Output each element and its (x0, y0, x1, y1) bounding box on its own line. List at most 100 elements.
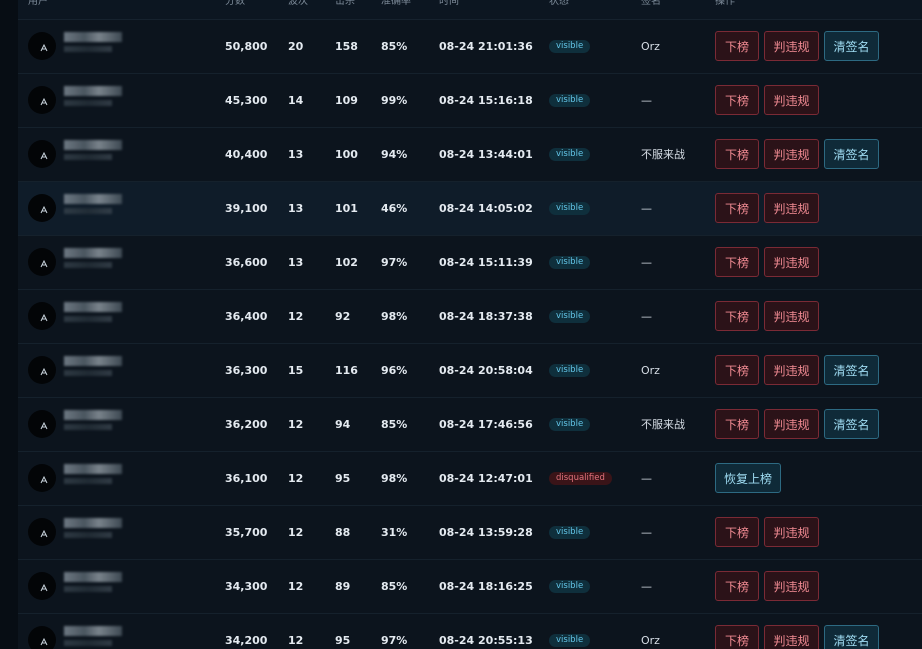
status-badge: visible (549, 256, 591, 269)
signature-cell: — (641, 580, 652, 593)
table-row: 36,300 15 116 96% 08-24 20:58:04 visible Orz 下榜… (18, 344, 922, 398)
user-id-redacted (64, 100, 112, 106)
user-name-redacted (64, 518, 122, 528)
user-name-redacted (64, 464, 122, 474)
user-id-redacted (64, 316, 112, 322)
clear-signature-button[interactable]: 清签名 (824, 139, 879, 169)
clear-signature-button[interactable]: 清签名 (824, 355, 879, 385)
avatar[interactable] (28, 302, 56, 330)
avatar[interactable] (28, 356, 56, 384)
clear-signature-button[interactable]: 清签名 (824, 409, 879, 439)
accuracy-cell: 94% (381, 148, 408, 161)
status-badge: visible (549, 364, 591, 377)
clear-signature-button[interactable]: 清签名 (824, 625, 879, 649)
status-badge: visible (549, 310, 591, 323)
user-name-redacted (64, 410, 122, 420)
user-id-redacted (64, 154, 112, 160)
table-row: 34,200 12 95 97% 08-24 20:55:13 visible Orz 下榜判… (18, 614, 922, 649)
leaderboard-admin-page: 用户 分数 波次 击杀 准确率 时间 状态 签名 操作 50,800 20 158 8… (0, 0, 922, 649)
score-cell: 36,100 (225, 472, 268, 485)
clear-signature-button[interactable]: 清签名 (824, 31, 879, 61)
avatar[interactable] (28, 626, 56, 649)
restore-listing-button[interactable]: 恢复上榜 (715, 463, 781, 493)
waves-cell: 12 (288, 418, 304, 431)
waves-cell: 12 (288, 580, 304, 593)
table-body: 50,800 20 158 85% 08-24 21:01:36 visible Orz 下榜… (18, 20, 922, 649)
avatar[interactable] (28, 194, 56, 222)
score-cell: 36,400 (225, 310, 268, 323)
score-cell: 50,800 (225, 40, 268, 53)
accuracy-cell: 99% (381, 94, 408, 107)
signature-cell: Orz (641, 634, 660, 647)
time-cell: 08-24 13:59:28 (439, 526, 533, 539)
mark-violation-button[interactable]: 判违规 (764, 625, 819, 649)
table-row: 50,800 20 158 85% 08-24 21:01:36 visible Orz 下榜… (18, 20, 922, 74)
delist-button[interactable]: 下榜 (715, 85, 759, 115)
avatar[interactable] (28, 86, 56, 114)
accuracy-cell: 85% (381, 580, 408, 593)
signature-cell: 不服来战 (641, 148, 685, 161)
time-cell: 08-24 15:16:18 (439, 94, 533, 107)
mark-violation-button[interactable]: 判违规 (764, 193, 819, 223)
avatar-glyph-icon (40, 152, 48, 160)
delist-button[interactable]: 下榜 (715, 301, 759, 331)
avatar[interactable] (28, 572, 56, 600)
avatar[interactable] (28, 410, 56, 438)
mark-violation-button[interactable]: 判违规 (764, 355, 819, 385)
delist-button[interactable]: 下榜 (715, 409, 759, 439)
delist-button[interactable]: 下榜 (715, 355, 759, 385)
user-name-redacted (64, 140, 122, 150)
signature-cell: Orz (641, 40, 660, 53)
mark-violation-button[interactable]: 判违规 (764, 571, 819, 601)
table-row: 36,400 12 92 98% 08-24 18:37:38 visible — 下榜 判违规 (18, 290, 922, 344)
status-badge: visible (549, 148, 591, 161)
kills-cell: 116 (335, 364, 358, 377)
accuracy-cell: 85% (381, 40, 408, 53)
avatar-glyph-icon (40, 638, 48, 646)
mark-violation-button[interactable]: 判违规 (764, 139, 819, 169)
signature-cell: — (641, 526, 652, 539)
signature-cell: — (641, 94, 652, 107)
delist-button[interactable]: 下榜 (715, 31, 759, 61)
avatar-glyph-icon (40, 368, 48, 376)
accuracy-cell: 96% (381, 364, 408, 377)
avatar[interactable] (28, 32, 56, 60)
avatar[interactable] (28, 464, 56, 492)
user-name-redacted (64, 86, 122, 96)
mark-violation-button[interactable]: 判违规 (764, 247, 819, 277)
delist-button[interactable]: 下榜 (715, 571, 759, 601)
delist-button[interactable]: 下榜 (715, 247, 759, 277)
avatar[interactable] (28, 140, 56, 168)
header-signature: 签名 (641, 0, 661, 7)
kills-cell: 109 (335, 94, 358, 107)
avatar[interactable] (28, 248, 56, 276)
accuracy-cell: 85% (381, 418, 408, 431)
header-user: 用户 (28, 0, 48, 7)
mark-violation-button[interactable]: 判违规 (764, 517, 819, 547)
table-row: 39,100 13 101 46% 08-24 14:05:02 visible — 下榜 判违… (18, 182, 922, 236)
mark-violation-button[interactable]: 判违规 (764, 409, 819, 439)
mark-violation-button[interactable]: 判违规 (764, 85, 819, 115)
user-id-redacted (64, 640, 112, 646)
delist-button[interactable]: 下榜 (715, 517, 759, 547)
avatar-glyph-icon (40, 206, 48, 214)
delist-button[interactable]: 下榜 (715, 625, 759, 649)
waves-cell: 13 (288, 148, 304, 161)
user-name-redacted (64, 32, 122, 42)
avatar[interactable] (28, 518, 56, 546)
delist-button[interactable]: 下榜 (715, 193, 759, 223)
table-row: 34,300 12 89 85% 08-24 18:16:25 visible — 下榜 判违规 (18, 560, 922, 614)
delist-button[interactable]: 下榜 (715, 139, 759, 169)
score-cell: 34,300 (225, 580, 268, 593)
accuracy-cell: 97% (381, 256, 408, 269)
kills-cell: 89 (335, 580, 351, 593)
mark-violation-button[interactable]: 判违规 (764, 301, 819, 331)
waves-cell: 20 (288, 40, 304, 53)
kills-cell: 101 (335, 202, 358, 215)
table-row: 40,400 13 100 94% 08-24 13:44:01 visible 不服来战 下… (18, 128, 922, 182)
user-name-redacted (64, 194, 122, 204)
status-badge: visible (549, 418, 591, 431)
signature-cell: Orz (641, 364, 660, 377)
user-name-redacted (64, 626, 122, 636)
mark-violation-button[interactable]: 判违规 (764, 31, 819, 61)
